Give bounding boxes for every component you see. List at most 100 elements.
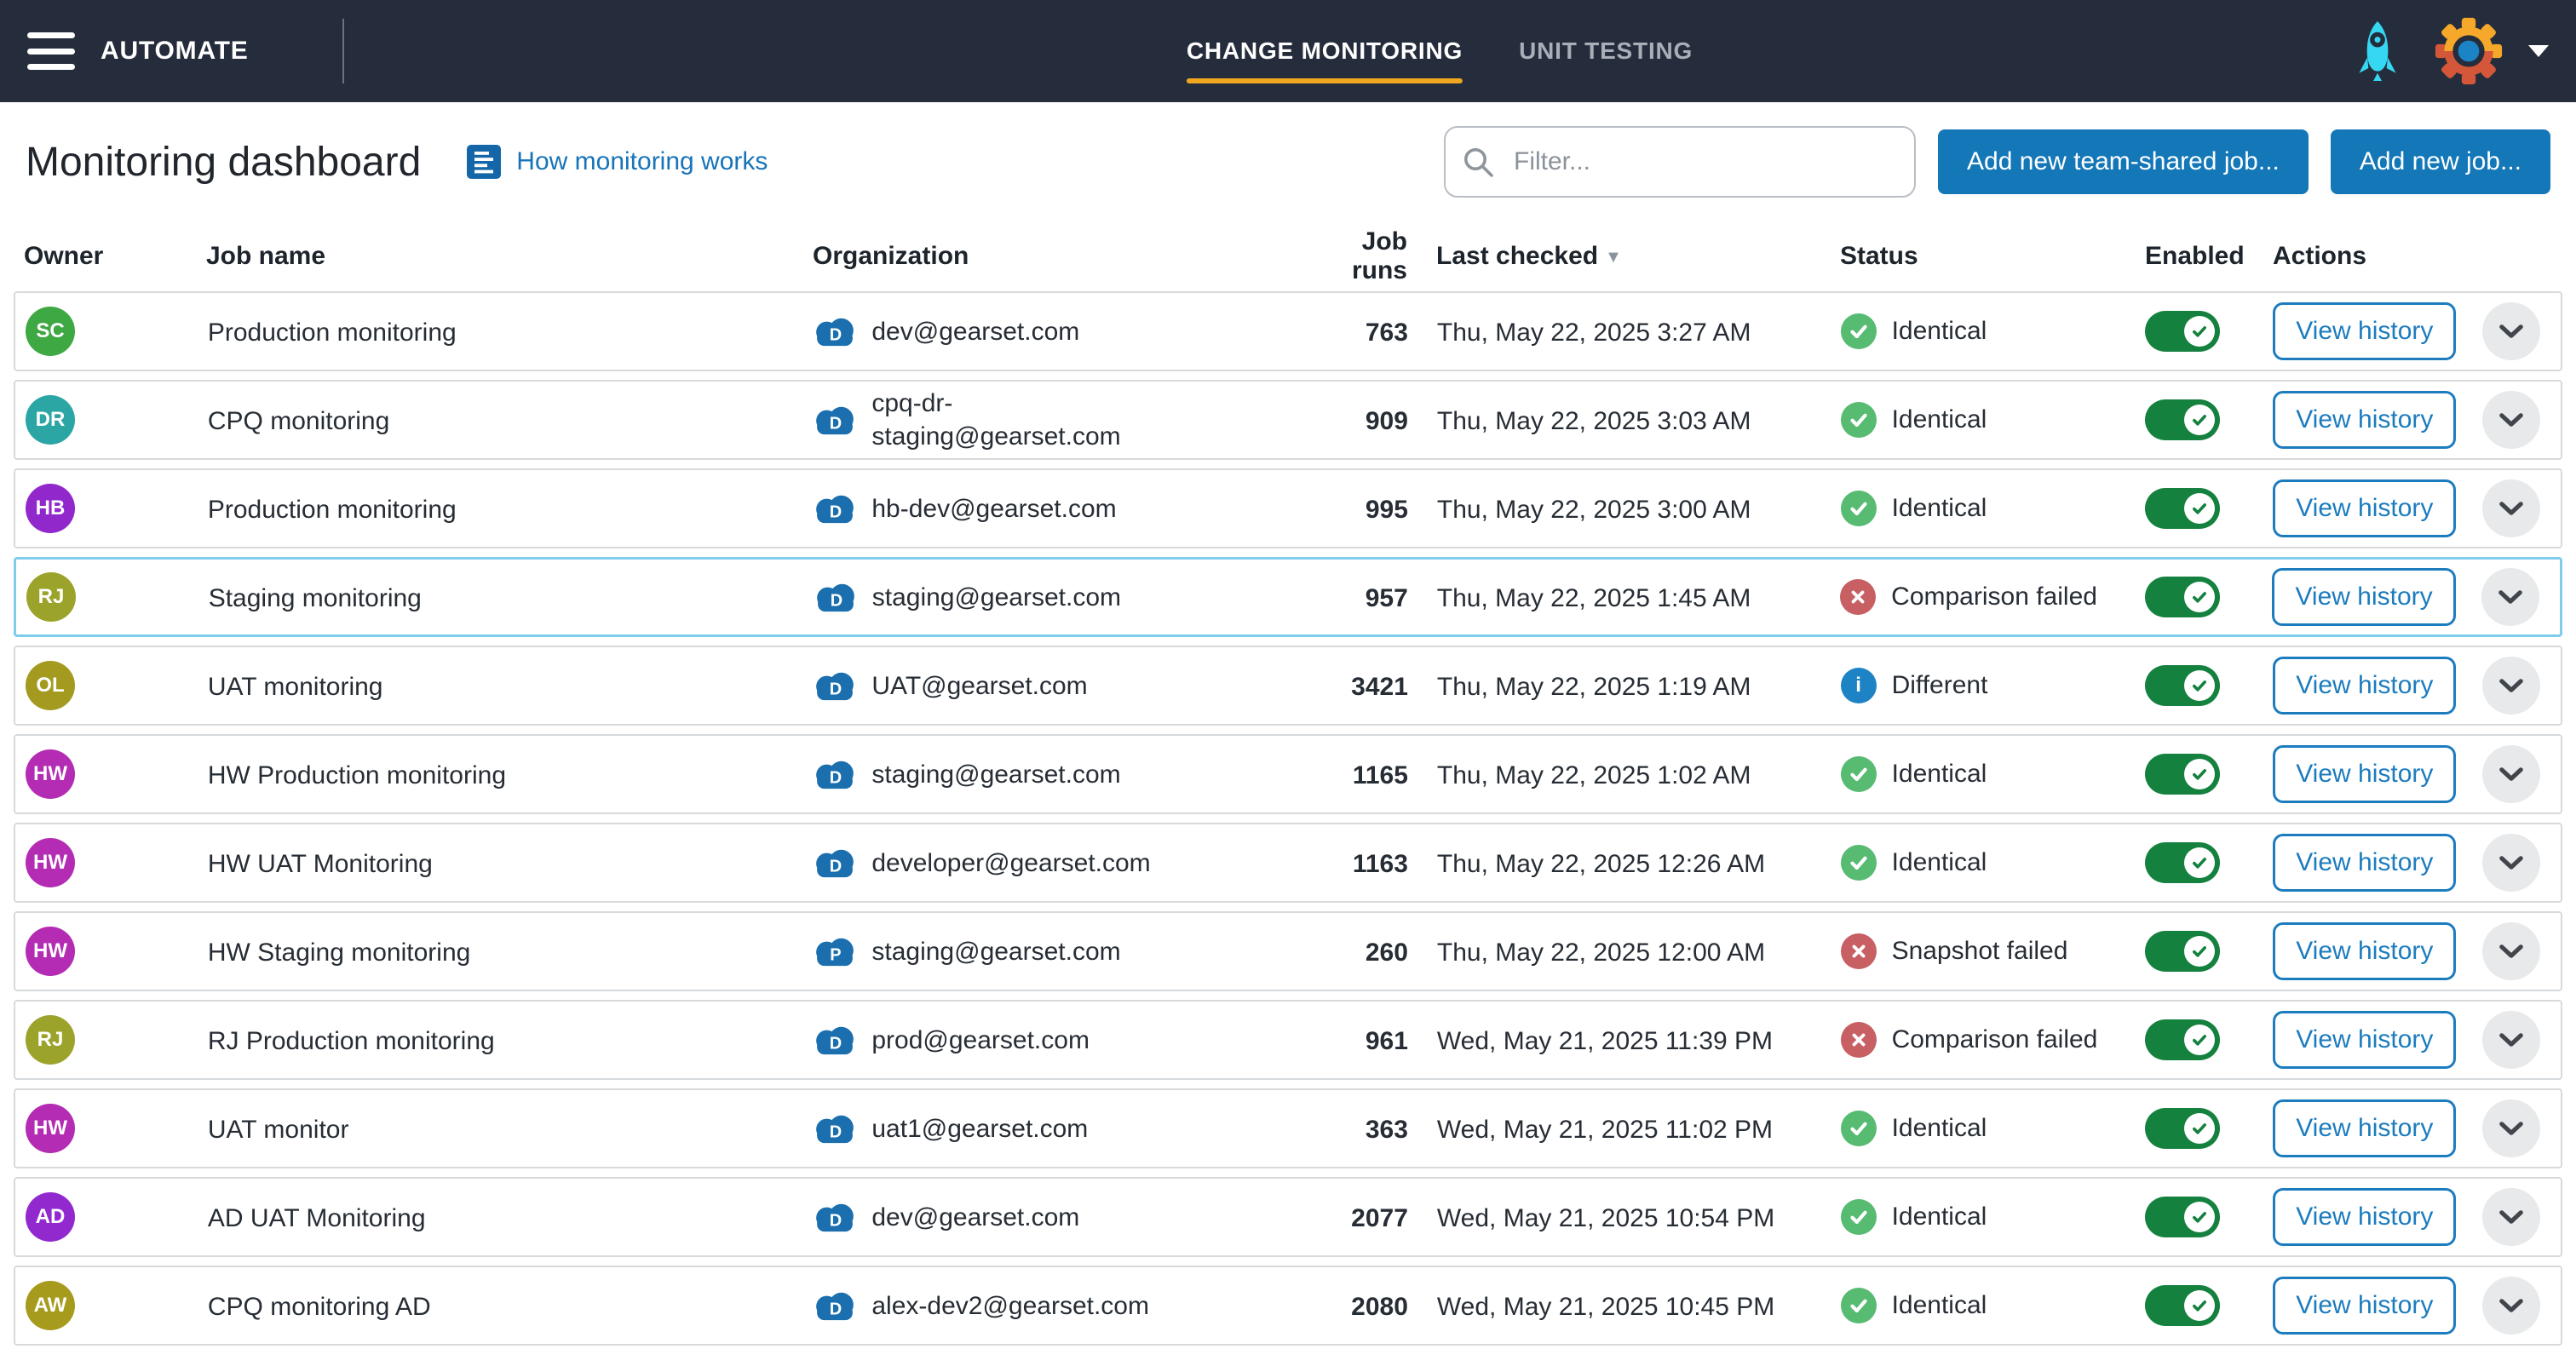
- table-row: HW HW Staging monitoring P staging@gears…: [14, 911, 2562, 991]
- org-email: prod@gearset.com: [871, 1024, 1090, 1057]
- svg-text:D: D: [830, 680, 842, 698]
- view-history-button[interactable]: View history: [2273, 834, 2456, 892]
- last-checked-timestamp: Thu, May 22, 2025 3:03 AM: [1437, 407, 1751, 435]
- enabled-toggle[interactable]: [2145, 842, 2220, 883]
- owner-avatar: HW: [26, 927, 75, 976]
- view-history-button[interactable]: View history: [2273, 745, 2456, 803]
- last-checked-timestamp: Thu, May 22, 2025 3:27 AM: [1437, 319, 1751, 347]
- enabled-toggle[interactable]: [2145, 488, 2220, 529]
- status-icon: [1841, 1022, 1877, 1058]
- rocket-icon[interactable]: [2356, 20, 2399, 83]
- table-row: RJ RJ Production monitoring D prod@gears…: [14, 1000, 2562, 1080]
- status-label: Identical: [1892, 760, 1987, 789]
- navbar-tabs: CHANGE MONITORING UNIT TESTING: [1187, 37, 1693, 65]
- owner-initials: HW: [33, 851, 67, 875]
- expand-row-button[interactable]: [2482, 657, 2540, 715]
- filter-input[interactable]: [1444, 126, 1916, 198]
- svg-text:D: D: [830, 768, 842, 787]
- org-email: cpq-dr-staging@gearset.com: [871, 387, 1170, 453]
- table-row: HW HW UAT Monitoring D developer@gearset…: [14, 823, 2562, 903]
- expand-row-button[interactable]: [2482, 391, 2540, 449]
- view-history-button[interactable]: View history: [2273, 657, 2456, 715]
- job-runs-count: 3421: [1351, 673, 1408, 701]
- last-checked-timestamp: Wed, May 21, 2025 11:02 PM: [1437, 1116, 1773, 1144]
- view-history-button[interactable]: View history: [2273, 479, 2456, 537]
- user-menu-caret-icon[interactable]: [2528, 45, 2549, 57]
- chevron-down-icon: [2498, 677, 2524, 694]
- tab-change-monitoring[interactable]: CHANGE MONITORING: [1187, 37, 1463, 65]
- owner-initials: OL: [36, 674, 64, 697]
- owner-avatar: SC: [26, 307, 75, 356]
- enabled-toggle[interactable]: [2145, 399, 2220, 440]
- org-email: uat1@gearset.com: [871, 1112, 1088, 1145]
- expand-row-button[interactable]: [2482, 479, 2540, 537]
- how-monitoring-works-link[interactable]: How monitoring works: [467, 145, 768, 179]
- job-runs-count: 363: [1366, 1116, 1408, 1144]
- status-icon: [1841, 1288, 1877, 1323]
- expand-row-button[interactable]: [2482, 1188, 2540, 1246]
- chevron-down-icon: [2498, 411, 2524, 428]
- enabled-toggle[interactable]: [2145, 1108, 2220, 1149]
- enabled-toggle[interactable]: [2145, 577, 2220, 617]
- column-header-last-checked[interactable]: Last checked▼: [1436, 242, 1840, 271]
- owner-initials: RJ: [37, 1028, 64, 1052]
- toggle-knob-check-icon: [2184, 1202, 2215, 1232]
- expand-row-button[interactable]: [2482, 302, 2540, 360]
- enabled-toggle[interactable]: [2145, 1019, 2220, 1060]
- expand-row-button[interactable]: [2482, 745, 2540, 803]
- view-history-button[interactable]: View history: [2273, 391, 2456, 449]
- view-history-button[interactable]: View history: [2273, 922, 2456, 980]
- status-icon: [1841, 845, 1877, 881]
- view-history-button[interactable]: View history: [2273, 1099, 2456, 1157]
- expand-row-button[interactable]: [2482, 922, 2540, 980]
- org-cloud-icon: D: [814, 404, 856, 436]
- toggle-knob-check-icon: [2184, 1290, 2215, 1321]
- last-checked-timestamp: Thu, May 22, 2025 1:19 AM: [1437, 673, 1751, 701]
- add-new-job-button[interactable]: Add new job...: [2331, 129, 2550, 194]
- sort-descending-icon: ▼: [1605, 248, 1622, 267]
- tab-unit-testing[interactable]: UNIT TESTING: [1519, 37, 1693, 65]
- gearset-logo-gear-icon[interactable]: [2435, 17, 2503, 85]
- enabled-toggle[interactable]: [2145, 665, 2220, 706]
- add-team-shared-job-button[interactable]: Add new team-shared job...: [1938, 129, 2309, 194]
- svg-text:D: D: [830, 325, 842, 344]
- toggle-knob-check-icon: [2184, 316, 2215, 347]
- table-row: HB Production monitoring D hb-dev@gearse…: [14, 468, 2562, 548]
- org-email: staging@gearset.com: [871, 935, 1120, 968]
- org-cloud-icon: D: [814, 492, 856, 525]
- last-checked-timestamp: Thu, May 22, 2025 1:02 AM: [1437, 761, 1751, 789]
- enabled-toggle[interactable]: [2145, 1285, 2220, 1326]
- job-name: HW Production monitoring: [208, 761, 506, 789]
- enabled-toggle[interactable]: [2145, 311, 2220, 352]
- status-label: Identical: [1892, 1291, 1987, 1320]
- org-cloud-icon: D: [814, 1289, 856, 1322]
- last-checked-timestamp: Wed, May 21, 2025 10:45 PM: [1437, 1293, 1774, 1321]
- job-runs-count: 763: [1366, 319, 1408, 347]
- search-icon: [1463, 146, 1495, 179]
- expand-row-button[interactable]: [2481, 568, 2539, 626]
- job-name: Production monitoring: [208, 319, 457, 347]
- status-label: Different: [1892, 671, 1988, 700]
- expand-row-button[interactable]: [2482, 1011, 2540, 1069]
- expand-row-button[interactable]: [2482, 834, 2540, 892]
- view-history-button[interactable]: View history: [2273, 1277, 2456, 1335]
- toggle-knob-check-icon: [2184, 1025, 2215, 1055]
- hamburger-menu-icon[interactable]: [27, 32, 75, 70]
- view-history-button[interactable]: View history: [2273, 302, 2456, 360]
- job-runs-count: 1163: [1353, 850, 1408, 878]
- view-history-button[interactable]: View history: [2273, 1188, 2456, 1246]
- expand-row-button[interactable]: [2482, 1099, 2540, 1157]
- expand-row-button[interactable]: [2482, 1277, 2540, 1335]
- chevron-down-icon: [2498, 588, 2523, 606]
- view-history-button[interactable]: View history: [2273, 1011, 2456, 1069]
- job-name: Production monitoring: [208, 496, 457, 524]
- enabled-toggle[interactable]: [2145, 1197, 2220, 1237]
- enabled-toggle[interactable]: [2145, 931, 2220, 972]
- enabled-toggle[interactable]: [2145, 754, 2220, 795]
- table-row: AW CPQ monitoring AD D alex-dev2@gearset…: [14, 1266, 2562, 1346]
- org-email: dev@gearset.com: [871, 315, 1079, 348]
- org-cloud-icon: D: [814, 1024, 856, 1056]
- toggle-knob-check-icon: [2184, 493, 2215, 524]
- view-history-button[interactable]: View history: [2272, 568, 2455, 626]
- chevron-down-icon: [2498, 943, 2524, 960]
